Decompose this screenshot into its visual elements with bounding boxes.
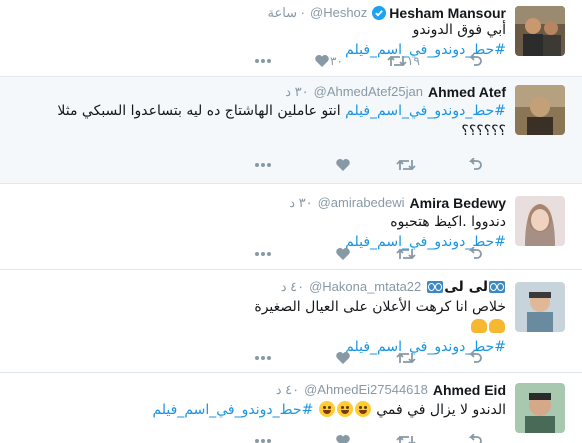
like-count: ٣٠: [330, 54, 343, 68]
tweet-actions: ١٩ ٣٠: [0, 51, 582, 71]
clap-emoji-icon: [471, 319, 487, 333]
more-icon: [255, 252, 271, 256]
tweet[interactable]: Amira Bedewy @amirabedewi ٣٠ د دندووا .ا…: [0, 184, 582, 270]
tweet-timestamp[interactable]: ٤٠ د: [276, 381, 299, 399]
tweet-text-body: انتو عاملين الهاشتاج ده ليه بتساعدوا الس…: [57, 103, 341, 119]
avatar[interactable]: [515, 282, 565, 332]
tweet[interactable]: Ahmed Atef @AhmedAtef25jan ٣٠ د #حط_دوند…: [0, 77, 582, 184]
heart-icon: [315, 55, 329, 67]
tweet[interactable]: Hesham Mansour @Heshoz · ساعة أبي فوق ال…: [0, 0, 582, 77]
like-button[interactable]: [335, 244, 351, 264]
heart-icon: [336, 248, 350, 260]
tears-of-joy-emoji-icon: [318, 401, 335, 417]
more-icon: [255, 163, 271, 167]
tweet-text-body: أبي فوق الدوندو: [412, 22, 506, 38]
like-button[interactable]: [335, 155, 351, 175]
tears-of-joy-emoji-icon: [336, 401, 353, 417]
tweet-timestamp[interactable]: ٤٠ د: [281, 278, 304, 296]
clap-emoji-icon: [489, 319, 505, 333]
tweet-header: Amira Bedewy @amirabedewi ٣٠ د: [289, 194, 506, 212]
tears-of-joy-emoji-icon: [354, 401, 371, 417]
user-handle[interactable]: @amirabedewi: [318, 194, 405, 212]
avatar[interactable]: [515, 383, 565, 433]
heart-icon: [336, 435, 350, 443]
retweet-icon: [387, 55, 407, 67]
tweet-header: Ahmed Atef @AhmedAtef25jan ٣٠ د: [285, 83, 506, 101]
more-icon: [255, 439, 271, 443]
heart-icon: [336, 352, 350, 364]
more-button[interactable]: [254, 244, 272, 264]
tweet[interactable]: لى لى @Hakona_mtata22 ٤٠ د خلاص انا كرهت…: [0, 270, 582, 373]
more-button[interactable]: [254, 348, 272, 368]
glasses-emoji-icon: [427, 281, 444, 293]
tweet-text-body: خلاص انا كرهت الأعلان على العيال الصغيرة: [254, 299, 506, 315]
user-fullname[interactable]: Ahmed Atef: [428, 83, 506, 101]
reply-icon: [468, 351, 482, 363]
user-fullname[interactable]: Ahmed Eid: [433, 381, 506, 399]
reply-icon: [468, 54, 482, 66]
retweet-button[interactable]: ١٩: [387, 51, 426, 71]
tweet-actions: [0, 155, 582, 175]
reply-icon: [468, 158, 482, 170]
retweet-button[interactable]: [396, 244, 416, 264]
user-handle[interactable]: @AhmedEi27544618: [304, 381, 428, 399]
retweet-icon: [396, 352, 416, 364]
tweet-text-body: الدندو لا يزال في فمي: [376, 402, 506, 418]
like-button[interactable]: ٣٠: [314, 51, 349, 71]
tweet-header: لى لى @Hakona_mtata22 ٤٠ د: [281, 278, 506, 296]
user-fullname[interactable]: Amira Bedewy: [410, 194, 506, 212]
reply-icon: [468, 434, 482, 443]
retweet-button[interactable]: [396, 155, 416, 175]
reply-button[interactable]: [466, 244, 482, 264]
retweet-icon: [396, 248, 416, 260]
retweet-button[interactable]: [396, 348, 416, 368]
hashtag-link[interactable]: #حط_دوندو_في_اسم_فيلم: [345, 103, 506, 119]
more-button[interactable]: [254, 431, 272, 443]
hashtag-link[interactable]: #حط_دوندو_في_اسم_فيلم: [152, 402, 313, 418]
more-icon: [255, 356, 271, 360]
tweet-text: #حط_دوندو_في_اسم_فيلم انتو عاملين الهاشت…: [26, 101, 506, 141]
reply-icon: [468, 247, 482, 259]
glasses-emoji-icon: [489, 281, 505, 293]
verified-badge-icon: [372, 6, 387, 20]
more-button[interactable]: [254, 51, 272, 71]
timeline: Hesham Mansour @Heshoz · ساعة أبي فوق ال…: [0, 0, 582, 443]
more-icon: [255, 59, 271, 63]
like-button[interactable]: [335, 431, 351, 443]
heart-icon: [336, 159, 350, 171]
retweet-button[interactable]: [396, 431, 416, 443]
tweet-header: Ahmed Eid @AhmedEi27544618 ٤٠ د: [276, 381, 506, 399]
tweet-actions: [0, 431, 582, 443]
reply-button[interactable]: [466, 51, 482, 71]
reply-button[interactable]: [466, 348, 482, 368]
tweet-text-continuation: ؟؟؟؟؟؟: [461, 123, 506, 139]
avatar[interactable]: [515, 196, 565, 246]
tweet-timestamp[interactable]: ٣٠ د: [289, 194, 312, 212]
reply-button[interactable]: [466, 431, 482, 443]
user-fullname[interactable]: لى لى: [444, 278, 488, 296]
retweet-icon: [396, 159, 416, 171]
more-button[interactable]: [254, 155, 272, 175]
like-button[interactable]: [335, 348, 351, 368]
reply-button[interactable]: [466, 155, 482, 175]
user-handle[interactable]: @Hakona_mtata22: [309, 278, 421, 296]
tweet-text-body: دندووا .اكيظ هتحبوه: [390, 214, 506, 230]
user-handle[interactable]: @AhmedAtef25jan: [314, 83, 423, 101]
retweet-count: ١٩: [407, 54, 420, 68]
avatar[interactable]: [515, 6, 565, 56]
tweet-actions: [0, 244, 582, 264]
retweet-icon: [396, 435, 416, 443]
tweet[interactable]: Ahmed Eid @AhmedEi27544618 ٤٠ د الدندو ل…: [0, 373, 582, 443]
tweet-actions: [0, 348, 582, 368]
avatar[interactable]: [515, 85, 565, 135]
tweet-text: الدندو لا يزال في فمي #حط_دوندو_في_اسم_ف…: [26, 400, 506, 420]
tweet-timestamp[interactable]: ٣٠ د: [285, 83, 308, 101]
